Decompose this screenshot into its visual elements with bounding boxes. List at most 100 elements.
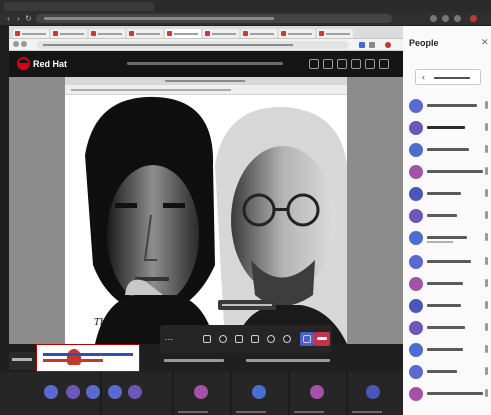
participant-avatar: [66, 385, 80, 399]
share-icon: [251, 335, 259, 343]
leave-call-button[interactable]: [314, 332, 330, 346]
participant-row[interactable]: [407, 252, 491, 273]
close-icon[interactable]: ✕: [481, 37, 489, 48]
participant-avatar: [366, 385, 380, 399]
shared-tab: [89, 29, 125, 38]
extension-icon[interactable]: [442, 15, 449, 22]
forward-icon[interactable]: ›: [14, 14, 23, 23]
participant-avatar: [409, 209, 423, 223]
participant-row[interactable]: [407, 96, 491, 117]
shared-screen: Red Hat: [9, 26, 403, 344]
url-text: [44, 17, 274, 20]
camera-button[interactable]: [232, 332, 246, 346]
more-options-icon[interactable]: ⋯: [164, 332, 174, 346]
extension-icon: [369, 42, 375, 48]
profile-avatar: [385, 42, 391, 48]
participant-row[interactable]: [407, 140, 491, 161]
participant-row[interactable]: [407, 362, 491, 383]
reactions-button[interactable]: [264, 332, 278, 346]
presenter-thumbnail[interactable]: [36, 344, 140, 372]
participant-avatar: [409, 277, 423, 291]
participant-tile[interactable]: [102, 372, 172, 415]
profile-avatar[interactable]: [470, 15, 477, 22]
participant-row[interactable]: [407, 162, 491, 183]
microphone-icon: [485, 323, 488, 331]
people-icon: [283, 335, 291, 343]
people-button[interactable]: [280, 332, 294, 346]
participant-avatar: [409, 255, 423, 269]
shared-tab: [279, 29, 315, 38]
participant-row[interactable]: [407, 318, 491, 339]
participant-avatar: [310, 385, 324, 399]
shared-browser-tab-bar: [9, 26, 403, 39]
url-field[interactable]: [36, 14, 392, 23]
chat-button[interactable]: [200, 332, 214, 346]
shared-tab: [203, 29, 239, 38]
participant-avatar: [409, 143, 423, 157]
browser-tab-bar: [0, 0, 491, 12]
participant-gallery: [0, 372, 402, 415]
console-tool-icon: [323, 59, 333, 69]
raise-hand-button[interactable]: [300, 332, 314, 346]
participant-avatar: [409, 299, 423, 313]
microphone-icon: [485, 211, 488, 219]
mic-button[interactable]: [216, 332, 230, 346]
participant-avatar: [128, 385, 142, 399]
participant-avatar: [194, 385, 208, 399]
participant-tile[interactable]: [174, 372, 230, 415]
chevron-left-icon: ‹: [422, 72, 425, 82]
extension-icon: [359, 42, 365, 48]
participant-avatar: [409, 387, 423, 401]
microphone-icon: [485, 389, 488, 397]
back-icon: [13, 41, 19, 47]
meeting-control-bar: ⋯: [160, 325, 332, 353]
participant-tile[interactable]: [0, 372, 100, 415]
participant-avatar: [409, 99, 423, 113]
microphone-icon: [485, 101, 488, 109]
participant-avatar: [409, 321, 423, 335]
participant-row[interactable]: [407, 296, 491, 317]
shared-tab-active: [165, 29, 201, 38]
participant-avatar: [409, 365, 423, 379]
participant-row[interactable]: [407, 274, 491, 295]
participant-row[interactable]: [407, 384, 491, 405]
people-panel-title: People: [409, 38, 439, 48]
slide: [65, 77, 347, 344]
participant-tile[interactable]: [348, 372, 402, 415]
share-button[interactable]: [248, 332, 262, 346]
back-to-invite-label: [434, 77, 470, 79]
participant-row[interactable]: [407, 206, 491, 227]
shared-tab: [127, 29, 163, 38]
participant-row[interactable]: [407, 340, 491, 361]
participant-row[interactable]: [407, 228, 491, 249]
extension-icon[interactable]: [454, 15, 461, 22]
microphone-icon: [485, 367, 488, 375]
microphone-icon: [485, 279, 488, 287]
raise-hand-icon: [303, 335, 311, 343]
shared-url-field: [37, 41, 349, 49]
back-icon[interactable]: ‹: [4, 14, 13, 23]
presentation-area: [9, 77, 403, 344]
browser-tab[interactable]: [4, 2, 154, 11]
participant-row[interactable]: [407, 184, 491, 205]
shared-tab: [13, 29, 49, 38]
reload-icon[interactable]: ↻: [24, 14, 33, 23]
participant-avatar: [409, 165, 423, 179]
microphone-icon: [219, 335, 227, 343]
console-tool-icon: [337, 59, 347, 69]
shared-tab: [241, 29, 277, 38]
extension-icon[interactable]: [430, 15, 437, 22]
console-tool-icon: [309, 59, 319, 69]
participant-tile[interactable]: [290, 372, 346, 415]
back-to-invite-button[interactable]: ‹: [415, 69, 481, 85]
logo-icon: [67, 349, 81, 365]
participant-role: [427, 241, 453, 243]
participant-avatar: [86, 385, 100, 399]
microphone-icon: [485, 189, 488, 197]
participant-row[interactable]: [407, 118, 491, 139]
microphone-icon: [485, 257, 488, 265]
brand-label: Red Hat: [33, 59, 68, 69]
participant-tile[interactable]: [232, 372, 288, 415]
chat-icon: [203, 335, 211, 343]
console-tool-icon: [365, 59, 375, 69]
